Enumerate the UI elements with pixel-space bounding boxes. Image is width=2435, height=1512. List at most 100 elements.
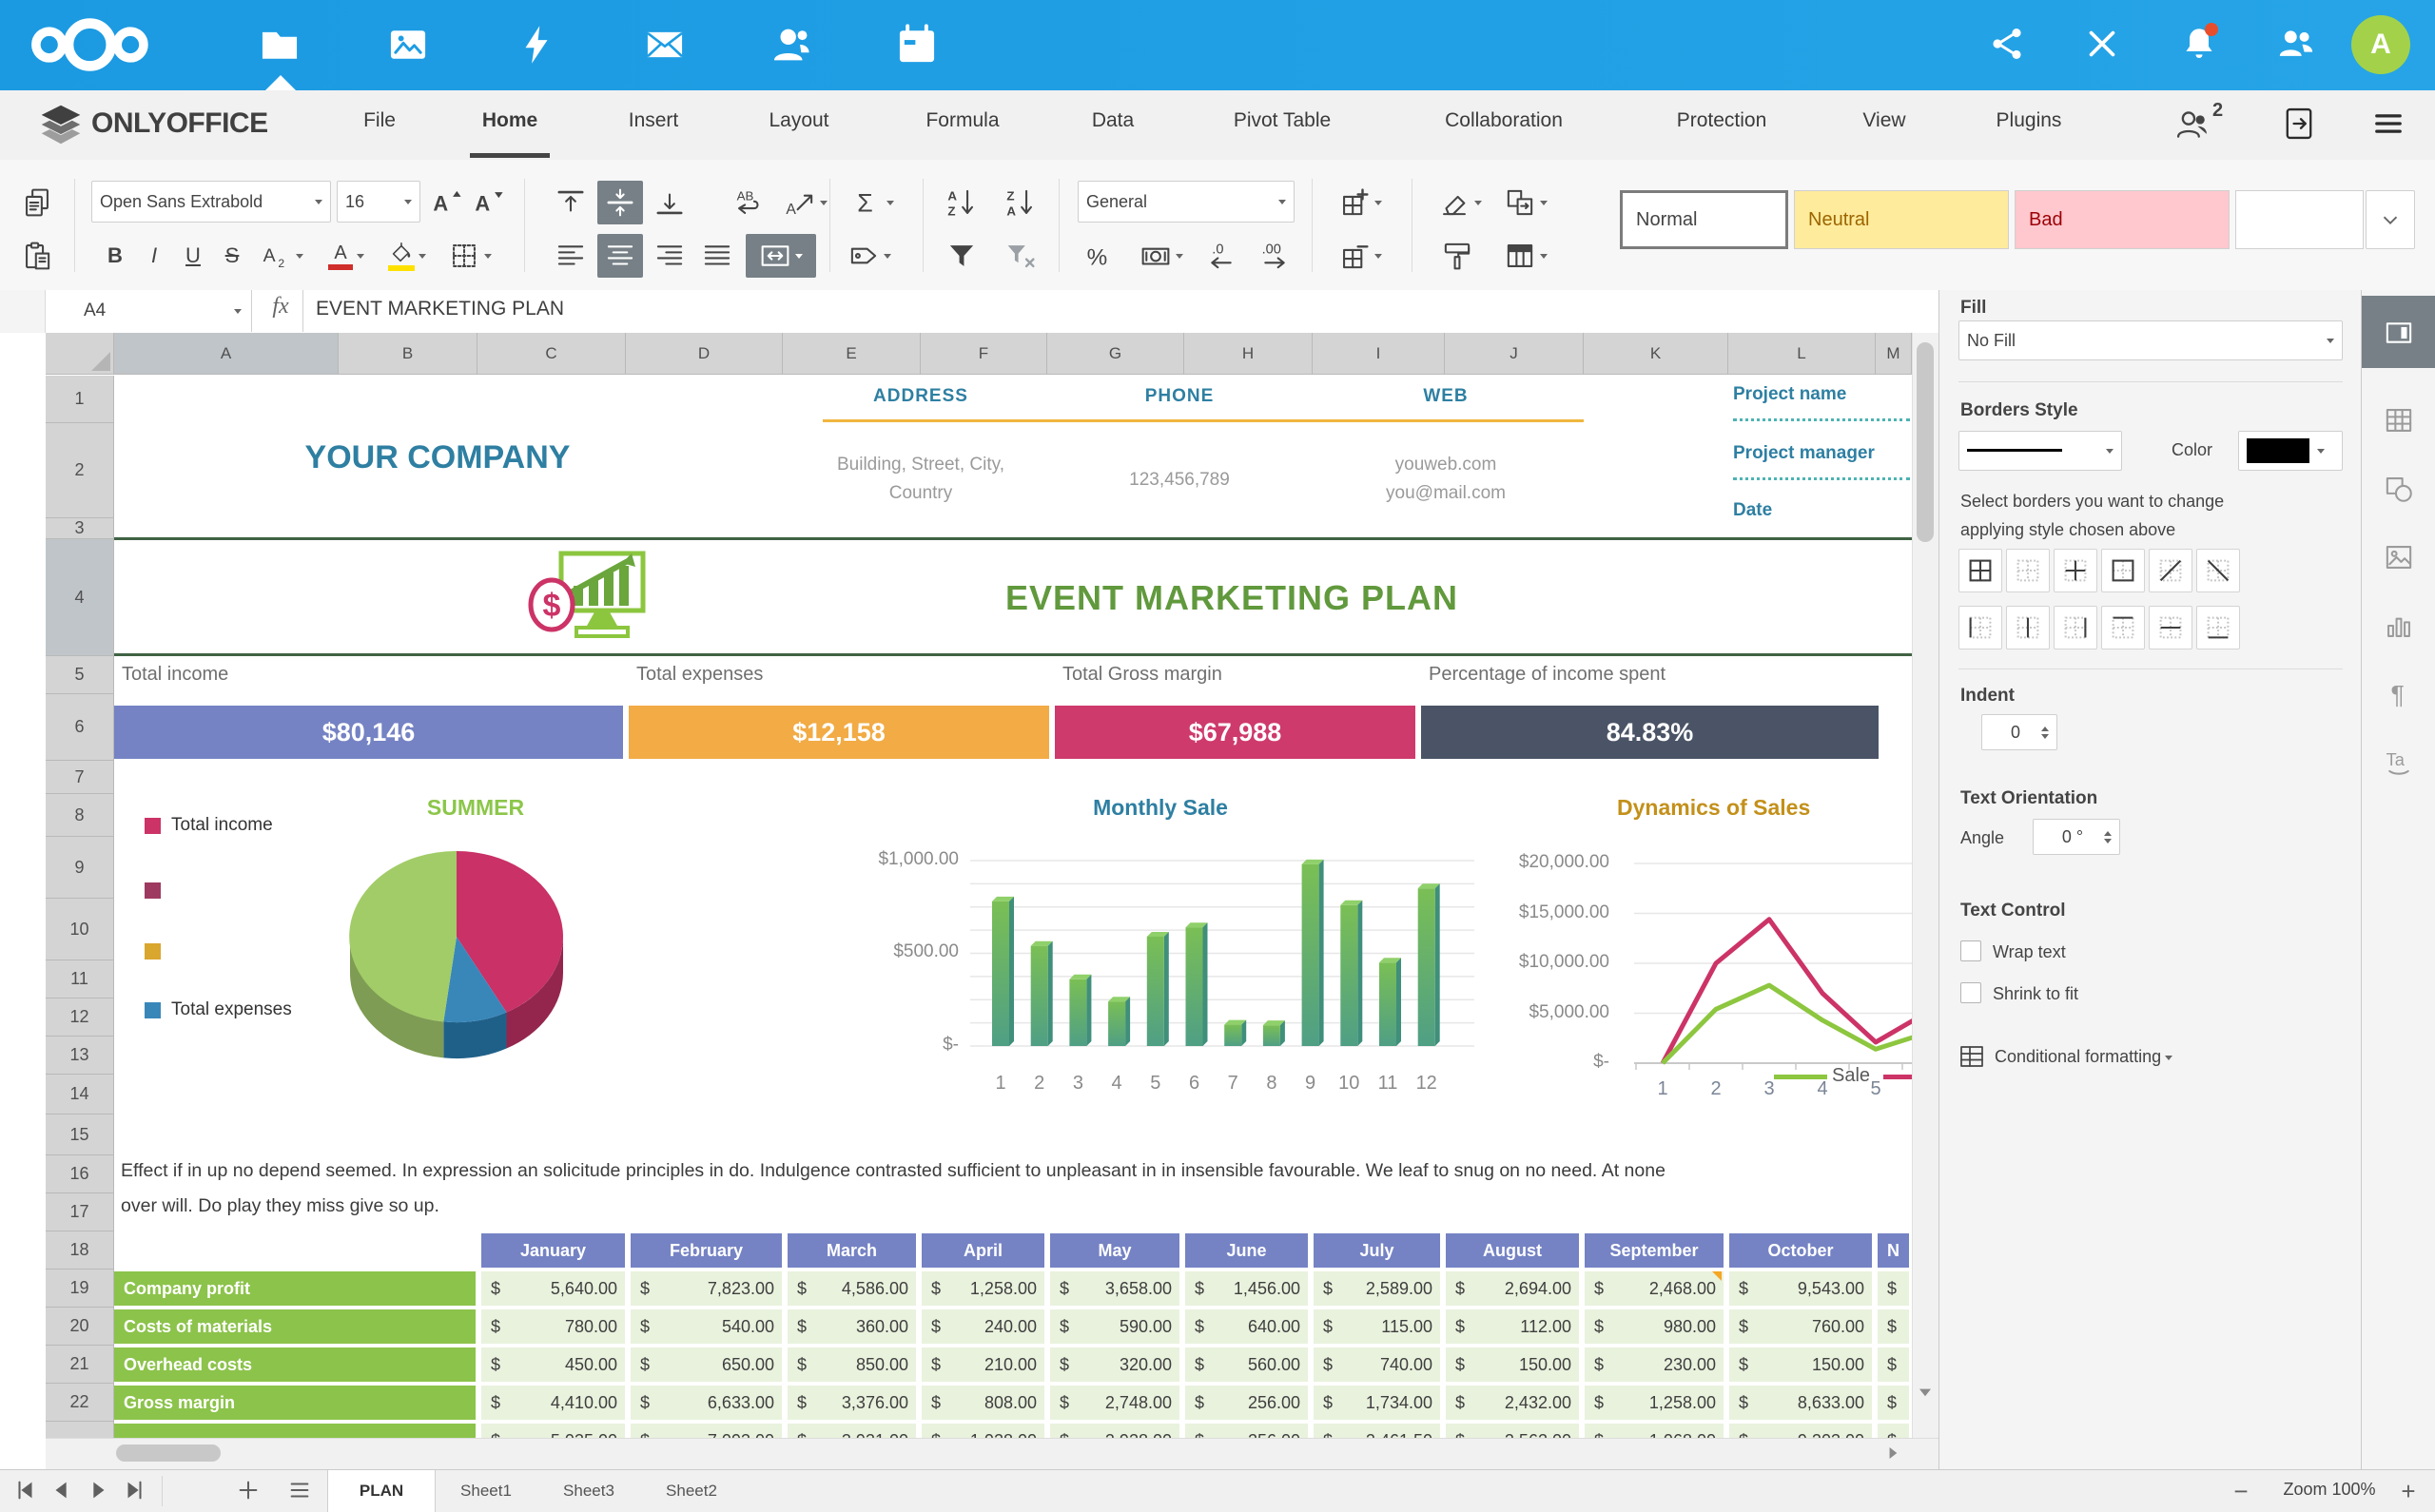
vertical-align-bottom-button[interactable] xyxy=(649,181,691,224)
border-button-inside[interactable] xyxy=(2054,549,2097,592)
cell-settings-icon[interactable] xyxy=(2383,317,2415,349)
fill-select[interactable]: No Fill xyxy=(1958,320,2343,360)
zoom-in-button[interactable]: + xyxy=(2391,1474,2425,1508)
cell-style-normal[interactable]: Normal xyxy=(1620,190,1788,249)
copy-cell-style-button[interactable] xyxy=(1495,181,1556,224)
align-center-button[interactable] xyxy=(597,234,643,278)
underline-button[interactable]: U xyxy=(177,234,209,278)
horizontal-scrollbar[interactable] xyxy=(46,1438,1938,1469)
topbar-notifications-icon[interactable] xyxy=(2180,25,2222,67)
topbar-close-icon[interactable] xyxy=(2083,25,2125,67)
app-icon-photos[interactable] xyxy=(386,23,432,68)
last-sheet-button[interactable] xyxy=(122,1478,148,1504)
menu-item-collaboration[interactable]: Collaboration xyxy=(1445,109,1563,132)
border-button-inside-vertical[interactable] xyxy=(2006,606,2050,649)
add-sheet-button[interactable] xyxy=(236,1478,263,1504)
menu-item-protection[interactable]: Protection xyxy=(1677,109,1767,132)
border-button-diag-up[interactable] xyxy=(2149,549,2192,592)
sheet-tab-sheet1[interactable]: Sheet1 xyxy=(436,1470,536,1512)
increase-decimal-button[interactable]: .00 xyxy=(1252,234,1297,278)
sort-ascending-button[interactable]: AZ xyxy=(942,181,982,224)
menu-item-view[interactable]: View xyxy=(1862,109,1905,132)
increment-font-size-button[interactable]: A xyxy=(428,181,466,224)
border-button-top[interactable] xyxy=(2101,606,2145,649)
vertical-align-middle-button[interactable] xyxy=(597,181,643,224)
align-justify-button[interactable] xyxy=(696,234,738,278)
image-settings-icon[interactable] xyxy=(2383,541,2415,573)
app-icon-calendar[interactable] xyxy=(895,23,941,68)
wrap-text-checkbox[interactable] xyxy=(1960,940,1981,961)
font-color-button[interactable]: A xyxy=(323,234,369,278)
border-button-left[interactable] xyxy=(1958,606,2002,649)
angle-spinner[interactable]: 0 ° xyxy=(2033,819,2120,855)
menu-item-file[interactable]: File xyxy=(363,109,396,132)
percent-style-button[interactable]: % xyxy=(1080,234,1120,278)
format-painter-button[interactable] xyxy=(1436,234,1478,278)
zoom-level-label[interactable]: Zoom 100% xyxy=(2268,1480,2391,1500)
align-right-button[interactable] xyxy=(649,234,691,278)
cell-style-blank[interactable] xyxy=(2235,190,2364,249)
borders-button[interactable] xyxy=(443,234,497,278)
vertical-scrollbar-thumb[interactable] xyxy=(1917,342,1934,542)
app-icon-contacts[interactable] xyxy=(769,23,815,68)
menu-item-formula[interactable]: Formula xyxy=(925,109,999,132)
filter-button[interactable] xyxy=(942,234,982,278)
fill-color-button[interactable] xyxy=(382,234,432,278)
text-art-settings-icon[interactable]: Ta xyxy=(2383,745,2415,777)
wrap-text-button[interactable]: AB xyxy=(727,181,772,224)
format-as-table-button[interactable] xyxy=(1495,234,1556,278)
horizontal-scroll-right-icon[interactable] xyxy=(1881,1442,1906,1466)
italic-button[interactable]: I xyxy=(138,234,170,278)
formula-input[interactable]: EVENT MARKETING PLAN xyxy=(316,298,564,320)
currency-style-button[interactable] xyxy=(1132,234,1191,278)
strikethrough-button[interactable]: S xyxy=(216,234,248,278)
border-button-none[interactable] xyxy=(2006,549,2050,592)
border-button-inside-horizontal[interactable] xyxy=(2149,606,2192,649)
zoom-out-button[interactable]: − xyxy=(2224,1474,2258,1508)
cell-styles-gallery-expand[interactable] xyxy=(2366,190,2415,249)
topbar-share-icon[interactable] xyxy=(1988,25,2030,67)
menu-item-data[interactable]: Data xyxy=(1092,109,1134,132)
shape-settings-icon[interactable] xyxy=(2383,473,2415,505)
sheet-tab-sheet2[interactable]: Sheet2 xyxy=(641,1470,742,1512)
first-sheet-button[interactable] xyxy=(13,1478,40,1504)
menu-item-plugins[interactable]: Plugins xyxy=(1997,109,2062,132)
delete-cells-button[interactable] xyxy=(1330,234,1391,278)
menu-item-insert[interactable]: Insert xyxy=(629,109,679,132)
cell-name-box[interactable]: A4 xyxy=(74,290,252,332)
paste-button[interactable] xyxy=(15,234,59,278)
cell-style-bad[interactable]: Bad xyxy=(2015,190,2230,249)
menu-item-layout[interactable]: Layout xyxy=(769,109,828,132)
previous-sheet-button[interactable] xyxy=(49,1478,76,1504)
clear-button[interactable] xyxy=(1431,181,1490,224)
align-left-button[interactable] xyxy=(550,234,592,278)
bold-button[interactable]: B xyxy=(99,234,131,278)
insert-cells-button[interactable] xyxy=(1330,181,1391,224)
connected-users-icon[interactable] xyxy=(2174,106,2214,145)
chart-settings-icon[interactable] xyxy=(2383,610,2415,642)
vertical-scroll-down-icon[interactable] xyxy=(1914,1381,1938,1405)
horizontal-scrollbar-thumb[interactable] xyxy=(116,1444,221,1462)
menu-item-pivot-table[interactable]: Pivot Table xyxy=(1234,109,1331,132)
border-line-style-select[interactable] xyxy=(1958,431,2122,471)
avatar[interactable]: A xyxy=(2351,15,2410,74)
border-color-select[interactable] xyxy=(2238,431,2343,471)
number-format-select[interactable]: General xyxy=(1078,181,1295,223)
vertical-align-top-button[interactable] xyxy=(550,181,592,224)
cell-style-neutral[interactable]: Neutral xyxy=(1794,190,2009,249)
subscript-button[interactable]: A2 xyxy=(259,234,304,278)
menu-item-home[interactable]: Home xyxy=(482,109,537,132)
next-sheet-button[interactable] xyxy=(86,1478,112,1504)
text-orientation-button[interactable]: A xyxy=(778,181,833,224)
decrement-font-size-button[interactable]: A xyxy=(470,181,508,224)
font-name-input[interactable]: Open Sans Extrabold xyxy=(91,181,331,223)
app-icon-mail[interactable] xyxy=(643,23,689,68)
sheet-list-button[interactable] xyxy=(287,1478,314,1504)
clear-filter-button[interactable] xyxy=(999,234,1042,278)
border-button-diag-down[interactable] xyxy=(2196,549,2240,592)
hamburger-menu-icon[interactable] xyxy=(2370,106,2410,145)
table-settings-icon[interactable] xyxy=(2383,404,2415,436)
border-button-bottom[interactable] xyxy=(2196,606,2240,649)
decrease-decimal-button[interactable]: .0 xyxy=(1198,234,1244,278)
open-file-location-icon[interactable] xyxy=(2281,106,2321,145)
